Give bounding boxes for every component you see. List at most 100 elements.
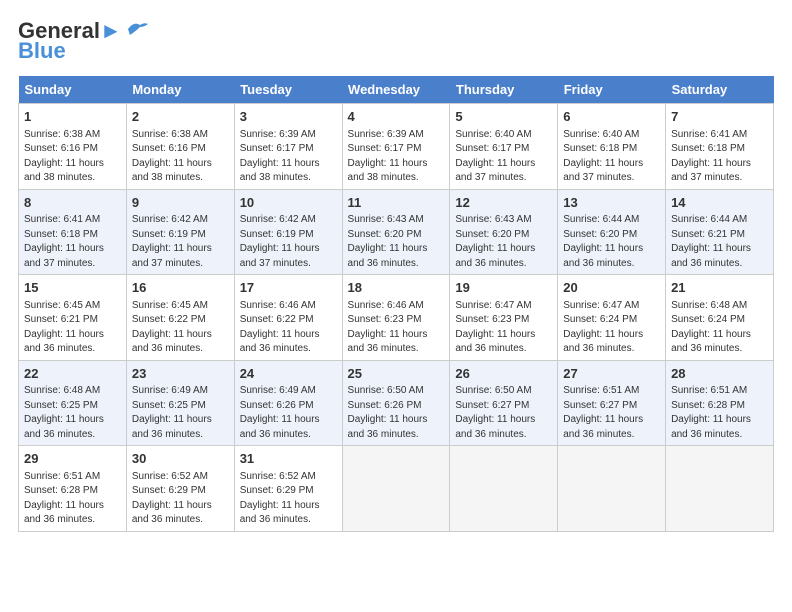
calendar-week-row: 29 Sunrise: 6:51 AMSunset: 6:28 PMDayligh… xyxy=(19,446,774,532)
calendar-cell xyxy=(450,446,558,532)
calendar-cell: 17 Sunrise: 6:46 AMSunset: 6:22 PMDayligh… xyxy=(234,275,342,361)
weekday-header-saturday: Saturday xyxy=(666,76,774,104)
day-info: Sunrise: 6:44 AMSunset: 6:21 PMDaylight:… xyxy=(671,214,751,269)
calendar-cell: 30 Sunrise: 6:52 AMSunset: 6:29 PMDayligh… xyxy=(126,446,234,532)
logo-bottom-text: Blue xyxy=(18,38,66,64)
calendar-cell: 10Sunrise: 6:42 AMSunset: 6:19 PMDayligh… xyxy=(234,189,342,275)
calendar-cell: 22Sunrise: 6:48 AMSunset: 6:25 PMDayligh… xyxy=(19,360,127,446)
calendar-table: SundayMondayTuesdayWednesdayThursdayFrid… xyxy=(18,76,774,532)
day-number: 1 xyxy=(24,108,121,126)
calendar-week-row: 15Sunrise: 6:45 AMSunset: 6:21 PMDayligh… xyxy=(19,275,774,361)
day-number: 28 xyxy=(671,365,768,383)
day-number: 9 xyxy=(132,194,229,212)
day-number: 19 xyxy=(455,279,552,297)
calendar-cell: 9Sunrise: 6:42 AMSunset: 6:19 PMDaylight… xyxy=(126,189,234,275)
day-info: Sunrise: 6:51 AMSunset: 6:28 PMDaylight:… xyxy=(24,471,104,526)
day-info: Sunrise: 6:38 AMSunset: 6:16 PMDaylight:… xyxy=(24,129,104,184)
weekday-header-tuesday: Tuesday xyxy=(234,76,342,104)
calendar-cell: 11 Sunrise: 6:43 AMSunset: 6:20 PMDayligh… xyxy=(342,189,450,275)
day-number: 14 xyxy=(671,194,768,212)
calendar-cell xyxy=(342,446,450,532)
calendar-header-row: SundayMondayTuesdayWednesdayThursdayFrid… xyxy=(19,76,774,104)
calendar-cell: 28 Sunrise: 6:51 AMSunset: 6:28 PMDayligh… xyxy=(666,360,774,446)
day-number: 11 xyxy=(348,194,445,212)
calendar-cell: 18Sunrise: 6:46 AMSunset: 6:23 PMDayligh… xyxy=(342,275,450,361)
day-number: 22 xyxy=(24,365,121,383)
day-number: 24 xyxy=(240,365,337,383)
calendar-cell: 5 Sunrise: 6:40 AMSunset: 6:17 PMDaylight… xyxy=(450,104,558,190)
calendar-cell: 16 Sunrise: 6:45 AMSunset: 6:22 PMDayligh… xyxy=(126,275,234,361)
day-info: Sunrise: 6:47 AMSunset: 6:23 PMDaylight:… xyxy=(455,300,535,355)
day-info: Sunrise: 6:41 AMSunset: 6:18 PMDaylight:… xyxy=(24,214,104,269)
day-number: 4 xyxy=(348,108,445,126)
day-info: Sunrise: 6:45 AMSunset: 6:22 PMDaylight:… xyxy=(132,300,212,355)
day-info: Sunrise: 6:43 AMSunset: 6:20 PMDaylight:… xyxy=(348,214,428,269)
day-number: 21 xyxy=(671,279,768,297)
day-number: 10 xyxy=(240,194,337,212)
day-number: 6 xyxy=(563,108,660,126)
day-number: 31 xyxy=(240,450,337,468)
day-info: Sunrise: 6:38 AMSunset: 6:16 PMDaylight:… xyxy=(132,129,212,184)
calendar-week-row: 22Sunrise: 6:48 AMSunset: 6:25 PMDayligh… xyxy=(19,360,774,446)
day-info: Sunrise: 6:52 AMSunset: 6:29 PMDaylight:… xyxy=(132,471,212,526)
day-number: 3 xyxy=(240,108,337,126)
calendar-cell: 23Sunrise: 6:49 AMSunset: 6:25 PMDayligh… xyxy=(126,360,234,446)
calendar-cell: 31Sunrise: 6:52 AMSunset: 6:29 PMDayligh… xyxy=(234,446,342,532)
day-info: Sunrise: 6:44 AMSunset: 6:20 PMDaylight:… xyxy=(563,214,643,269)
weekday-header-friday: Friday xyxy=(558,76,666,104)
calendar-cell: 29 Sunrise: 6:51 AMSunset: 6:28 PMDayligh… xyxy=(19,446,127,532)
calendar-cell: 4Sunrise: 6:39 AMSunset: 6:17 PMDaylight… xyxy=(342,104,450,190)
day-number: 30 xyxy=(132,450,229,468)
day-info: Sunrise: 6:40 AMSunset: 6:18 PMDaylight:… xyxy=(563,129,643,184)
day-number: 29 xyxy=(24,450,121,468)
day-info: Sunrise: 6:49 AMSunset: 6:26 PMDaylight:… xyxy=(240,385,320,440)
day-info: Sunrise: 6:51 AMSunset: 6:28 PMDaylight:… xyxy=(671,385,751,440)
calendar-cell: 3 Sunrise: 6:39 AMSunset: 6:17 PMDaylight… xyxy=(234,104,342,190)
calendar-cell: 27 Sunrise: 6:51 AMSunset: 6:27 PMDayligh… xyxy=(558,360,666,446)
calendar-cell: 2 Sunrise: 6:38 AMSunset: 6:16 PMDaylight… xyxy=(126,104,234,190)
day-number: 5 xyxy=(455,108,552,126)
calendar-cell: 26Sunrise: 6:50 AMSunset: 6:27 PMDayligh… xyxy=(450,360,558,446)
day-number: 17 xyxy=(240,279,337,297)
weekday-header-thursday: Thursday xyxy=(450,76,558,104)
day-info: Sunrise: 6:45 AMSunset: 6:21 PMDaylight:… xyxy=(24,300,104,355)
day-info: Sunrise: 6:41 AMSunset: 6:18 PMDaylight:… xyxy=(671,129,751,184)
day-number: 7 xyxy=(671,108,768,126)
day-number: 27 xyxy=(563,365,660,383)
calendar-cell: 8Sunrise: 6:41 AMSunset: 6:18 PMDaylight… xyxy=(19,189,127,275)
day-info: Sunrise: 6:46 AMSunset: 6:23 PMDaylight:… xyxy=(348,300,428,355)
day-info: Sunrise: 6:40 AMSunset: 6:17 PMDaylight:… xyxy=(455,129,535,184)
logo-bird-icon xyxy=(126,21,148,37)
calendar-cell: 13 Sunrise: 6:44 AMSunset: 6:20 PMDayligh… xyxy=(558,189,666,275)
calendar-cell: 7 Sunrise: 6:41 AMSunset: 6:18 PMDaylight… xyxy=(666,104,774,190)
page-container: General► Blue SundayMondayTuesdayWednesd… xyxy=(0,0,792,544)
calendar-cell: 24 Sunrise: 6:49 AMSunset: 6:26 PMDayligh… xyxy=(234,360,342,446)
weekday-header-sunday: Sunday xyxy=(19,76,127,104)
day-info: Sunrise: 6:50 AMSunset: 6:26 PMDaylight:… xyxy=(348,385,428,440)
day-number: 23 xyxy=(132,365,229,383)
day-number: 13 xyxy=(563,194,660,212)
weekday-header-monday: Monday xyxy=(126,76,234,104)
logo: General► Blue xyxy=(18,18,148,64)
calendar-cell: 25 Sunrise: 6:50 AMSunset: 6:26 PMDayligh… xyxy=(342,360,450,446)
page-header: General► Blue xyxy=(18,18,774,64)
day-number: 25 xyxy=(348,365,445,383)
calendar-cell: 6 Sunrise: 6:40 AMSunset: 6:18 PMDaylight… xyxy=(558,104,666,190)
calendar-cell: 14 Sunrise: 6:44 AMSunset: 6:21 PMDayligh… xyxy=(666,189,774,275)
calendar-cell: 21 Sunrise: 6:48 AMSunset: 6:24 PMDayligh… xyxy=(666,275,774,361)
day-info: Sunrise: 6:50 AMSunset: 6:27 PMDaylight:… xyxy=(455,385,535,440)
calendar-cell: 12 Sunrise: 6:43 AMSunset: 6:20 PMDayligh… xyxy=(450,189,558,275)
day-info: Sunrise: 6:51 AMSunset: 6:27 PMDaylight:… xyxy=(563,385,643,440)
calendar-cell: 20Sunrise: 6:47 AMSunset: 6:24 PMDayligh… xyxy=(558,275,666,361)
day-number: 16 xyxy=(132,279,229,297)
day-number: 12 xyxy=(455,194,552,212)
calendar-cell: 19 Sunrise: 6:47 AMSunset: 6:23 PMDayligh… xyxy=(450,275,558,361)
calendar-cell: 1 Sunrise: 6:38 AMSunset: 6:16 PMDaylight… xyxy=(19,104,127,190)
day-info: Sunrise: 6:43 AMSunset: 6:20 PMDaylight:… xyxy=(455,214,535,269)
day-info: Sunrise: 6:48 AMSunset: 6:24 PMDaylight:… xyxy=(671,300,751,355)
weekday-header-wednesday: Wednesday xyxy=(342,76,450,104)
day-info: Sunrise: 6:46 AMSunset: 6:22 PMDaylight:… xyxy=(240,300,320,355)
day-number: 2 xyxy=(132,108,229,126)
day-info: Sunrise: 6:47 AMSunset: 6:24 PMDaylight:… xyxy=(563,300,643,355)
day-info: Sunrise: 6:39 AMSunset: 6:17 PMDaylight:… xyxy=(240,129,320,184)
